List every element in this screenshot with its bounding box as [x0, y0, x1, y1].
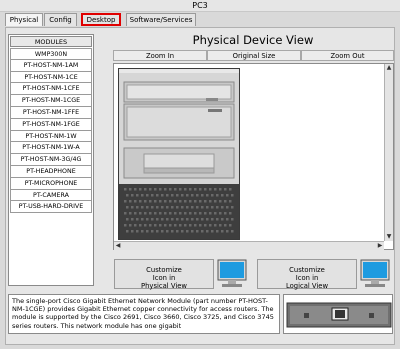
module-item[interactable]: PT-HOST-NM-1AM	[10, 59, 92, 72]
network-module-image	[286, 302, 392, 328]
customize-physical-view-button[interactable]: Customize Icon in Physical View	[114, 259, 214, 290]
module-item[interactable]: PT-HOST-NM-1W	[10, 130, 92, 143]
module-item[interactable]: PT-HOST-NM-1W-A	[10, 142, 92, 155]
tab-software-services[interactable]: Software/Services	[126, 13, 196, 26]
physical-device-view-title: Physical Device View	[192, 33, 314, 47]
module-item[interactable]: PT-MICROPHONE	[10, 177, 92, 190]
window-title: PC3	[0, 0, 400, 12]
module-item[interactable]: PT-HOST-NM-1FFE	[10, 106, 92, 119]
module-item[interactable]: PT-HOST-NM-1CE	[10, 71, 92, 84]
zoom-in-button[interactable]: Zoom In	[113, 50, 207, 61]
scroll-down-arrow-icon[interactable]: ▼	[385, 233, 393, 241]
modules-header: MODULES	[10, 36, 92, 47]
module-item[interactable]: PT-HEADPHONE	[10, 165, 92, 178]
icon-in-label: Icon in	[152, 274, 176, 282]
module-item[interactable]: PT-HOST-NM-1CFE	[10, 83, 92, 96]
module-description: The single-port Cisco Gigabit Ethernet N…	[8, 294, 280, 334]
pc-tower-image	[118, 68, 240, 240]
scroll-up-arrow-icon[interactable]: ▲	[385, 64, 393, 72]
zoom-out-button[interactable]: Zoom Out	[301, 50, 394, 61]
scroll-left-arrow-icon[interactable]: ◀	[114, 242, 122, 250]
module-item[interactable]: PT-HOST-NM-3G/4G	[10, 154, 92, 166]
module-item[interactable]: PT-CAMERA	[10, 189, 92, 202]
monitor-icon	[360, 259, 390, 287]
customize-logical-view-button[interactable]: Customize Icon in Logical View	[257, 259, 357, 290]
vertical-scrollbar[interactable]: ▲ ▼	[384, 64, 393, 241]
module-preview	[283, 294, 393, 334]
icon-in-label: Icon in	[295, 274, 319, 282]
tab-desktop[interactable]: Desktop	[81, 13, 121, 26]
horizontal-scrollbar[interactable]: ◀ ▶	[114, 241, 384, 250]
module-list: WMP300N PT-HOST-NM-1AM PT-HOST-NM-1CE PT-HO…	[10, 48, 92, 214]
scroll-right-arrow-icon[interactable]: ▶	[376, 242, 384, 250]
module-item[interactable]: PT-USB-HARD-DRIVE	[10, 201, 92, 214]
customize-label: Customize	[146, 266, 182, 274]
tab-config[interactable]: Config	[44, 13, 77, 26]
customize-label: Customize	[289, 266, 325, 274]
monitor-icon	[217, 259, 247, 287]
logical-view-label: Logical View	[285, 282, 329, 290]
module-item[interactable]: PT-HOST-NM-1FGE	[10, 118, 92, 131]
tab-physical[interactable]: Physical	[5, 13, 43, 26]
original-size-button[interactable]: Original Size	[207, 50, 301, 61]
module-item[interactable]: PT-HOST-NM-1CGE	[10, 95, 92, 107]
module-item[interactable]: WMP300N	[10, 48, 92, 60]
physical-view-label: Physical View	[141, 282, 187, 290]
